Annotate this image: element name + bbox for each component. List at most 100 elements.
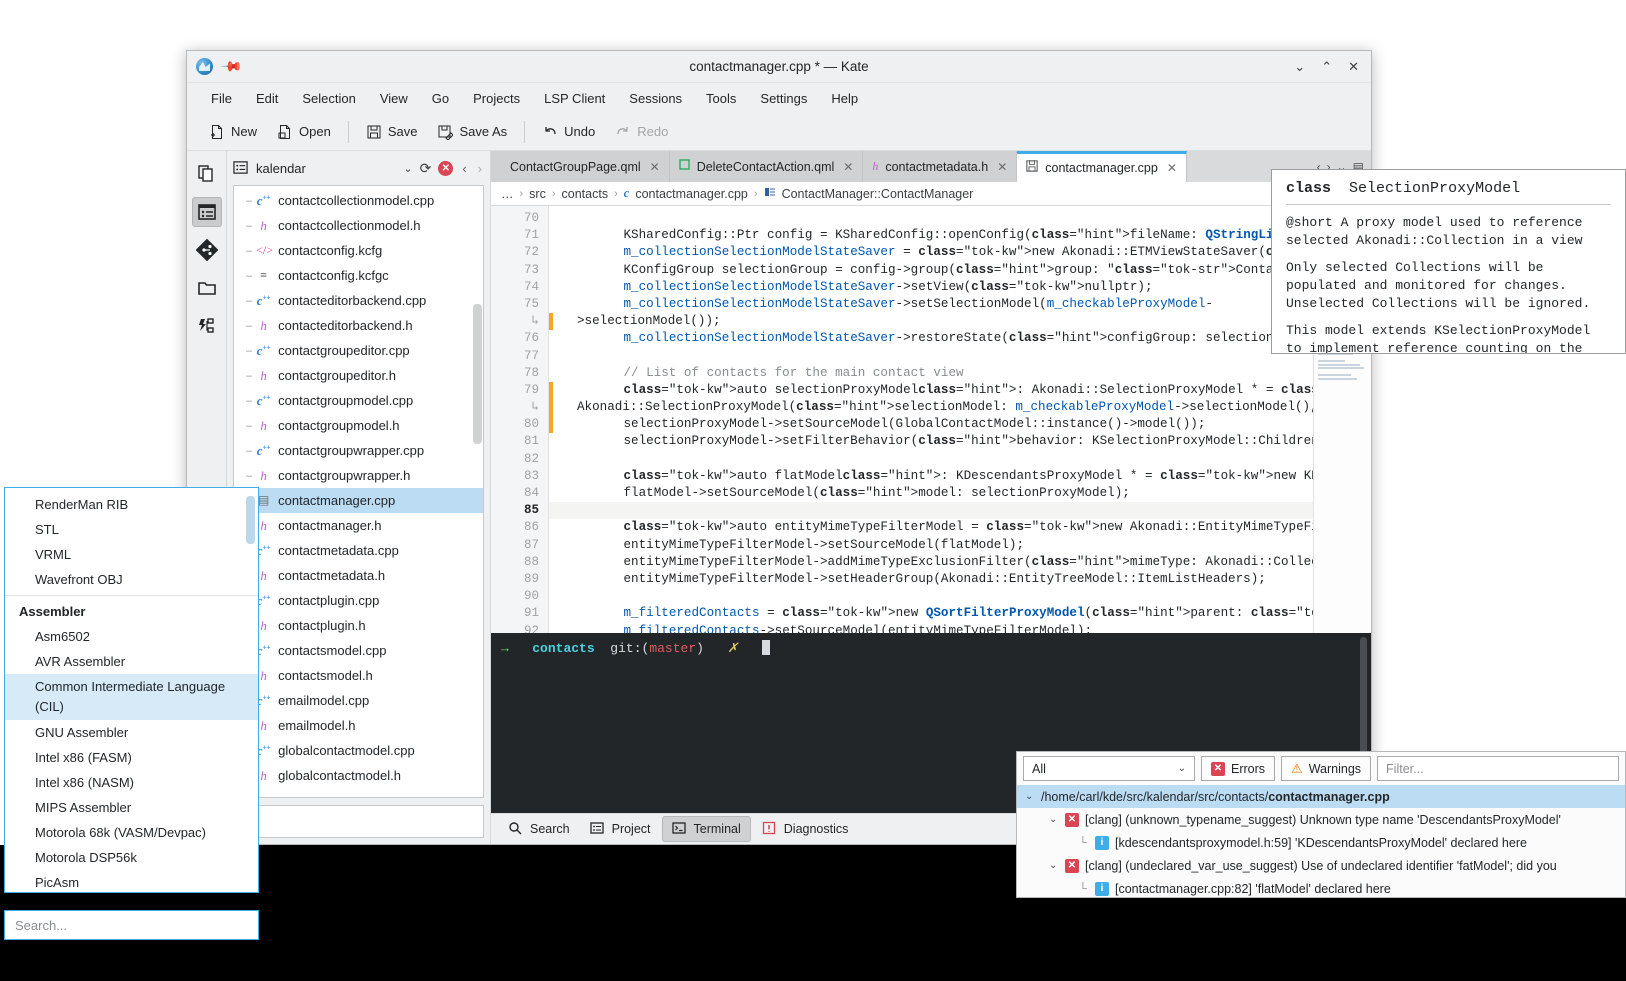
new-button[interactable]: New: [199, 119, 267, 145]
sidebar-item-projects[interactable]: [191, 197, 222, 227]
mode-item[interactable]: VRML: [5, 542, 258, 567]
code-line[interactable]: KConfigGroup selectionGroup = config->gr…: [549, 262, 1313, 279]
save-button[interactable]: Save: [356, 119, 428, 145]
code-text[interactable]: KSharedConfig::Ptr config = KSharedConfi…: [549, 206, 1313, 633]
code-line[interactable]: m_collectionSelectionModelStateSaver->re…: [549, 330, 1313, 347]
menu-settings[interactable]: Settings: [748, 87, 819, 110]
diagnostics-entry[interactable]: └ i [contactmanager.cpp:82] 'flatModel' …: [1017, 877, 1625, 897]
statusbar-tab-search[interactable]: Search: [499, 817, 579, 841]
breadcrumb-ellipsis[interactable]: …: [501, 187, 514, 201]
menu-go[interactable]: Go: [420, 87, 461, 110]
mode-search-input[interactable]: Search...: [4, 910, 259, 940]
expand-chevron-icon[interactable]: ⌄: [1025, 791, 1035, 802]
diagnostics-entry[interactable]: ⌄ ✕ [clang] (undeclared_var_use_suggest)…: [1017, 854, 1625, 877]
file-tree-item[interactable]: –c++contactplugin.cpp: [234, 588, 483, 613]
menu-edit[interactable]: Edit: [244, 87, 290, 110]
sidebar-item-filesystem[interactable]: [192, 273, 222, 303]
minimize-button[interactable]: ⌄: [1294, 60, 1305, 73]
diagnostics-errors-button[interactable]: ✕ Errors: [1201, 756, 1276, 781]
file-tree-item[interactable]: –c++globalcontactmodel.cpp: [234, 738, 483, 763]
tab-deletecontactaction-qml[interactable]: DeleteContactAction.qml ✕: [669, 151, 864, 182]
code-line[interactable]: entityMimeTypeFilterModel->setSourceMode…: [549, 537, 1313, 554]
mode-item[interactable]: GNU Assembler: [5, 720, 258, 745]
code-line[interactable]: [549, 502, 1313, 520]
mode-item[interactable]: Motorola DSP56k: [5, 845, 258, 870]
file-tree-item[interactable]: – c++ contacteditorbackend.cpp: [234, 288, 483, 313]
sidebar-item-git[interactable]: [192, 235, 222, 265]
file-tree-item[interactable]: – h contactgroupmodel.h: [234, 413, 483, 438]
code-editor[interactable]: 70 71 72 73 74 75 ↳ 76 77 78 79 ↳ 80 81 82 83 84 85 86 87 88…: [491, 205, 1371, 633]
mode-item[interactable]: Asm6502: [5, 624, 258, 649]
syntax-mode-popup[interactable]: RenderMan RIB STL VRML Wavefront OBJ Assembl…: [4, 487, 259, 893]
file-tree-item[interactable]: –hcontactsmodel.h: [234, 663, 483, 688]
open-button[interactable]: Open: [267, 119, 341, 145]
sidebar-item-lsp-symbols[interactable]: [192, 311, 222, 341]
file-tree-item[interactable]: – h contactcollectionmodel.h: [234, 213, 483, 238]
pin-icon[interactable]: 📌: [220, 54, 244, 78]
code-line[interactable]: [549, 588, 1313, 605]
statusbar-tab-diagnostics[interactable]: Diagnostics: [753, 817, 858, 841]
file-tree-item[interactable]: –hglobalcontactmodel.h: [234, 763, 483, 788]
code-line[interactable]: selectionProxyModel->setSourceModel(Glob…: [549, 416, 1313, 433]
file-tree-item[interactable]: – c++ contactgroupmodel.cpp: [234, 388, 483, 413]
file-tree-item[interactable]: –hcontactmetadata.h: [234, 563, 483, 588]
diagnostics-warnings-button[interactable]: ⚠ Warnings: [1281, 756, 1372, 781]
file-tree-item[interactable]: – c++ contactgroupeditor.cpp: [234, 338, 483, 363]
project-filter-input[interactable]: …: [233, 805, 484, 838]
tab-contactmanager-cpp[interactable]: contactmanager.cpp ✕: [1017, 151, 1187, 182]
mode-item[interactable]: PicAsm: [5, 870, 258, 892]
mode-item[interactable]: Intel x86 (FASM): [5, 745, 258, 770]
file-tree-item[interactable]: –c++contactsmodel.cpp: [234, 638, 483, 663]
back-arrow-icon[interactable]: ‹: [460, 161, 468, 176]
statusbar-tab-project[interactable]: Project: [581, 817, 660, 841]
code-line[interactable]: >selectionModel());: [549, 313, 1313, 330]
menu-tools[interactable]: Tools: [694, 87, 748, 110]
breadcrumb-src[interactable]: src: [529, 187, 546, 201]
terminal-scrollbar[interactable]: [1360, 637, 1367, 767]
file-tree-item[interactable]: –hemailmodel.h: [234, 713, 483, 738]
expand-chevron-icon[interactable]: ⌄: [1049, 860, 1059, 871]
file-tree-item[interactable]: – </> contactconfig.kcfg: [234, 238, 483, 263]
project-file-tree[interactable]: – c++ contactcollectionmodel.cpp – h contactc…: [233, 185, 484, 798]
undo-button[interactable]: Undo: [532, 119, 605, 145]
file-tree-item[interactable]: –hcontactmanager.h: [234, 513, 483, 538]
mode-item[interactable]: Wavefront OBJ: [5, 567, 258, 592]
file-tree-item[interactable]: – c++ contactgroupwrapper.cpp: [234, 438, 483, 463]
code-line[interactable]: class="tok-kw">auto entityMimeTypeFilter…: [549, 519, 1313, 536]
file-tree-item[interactable]: –hcontactplugin.h: [234, 613, 483, 638]
mode-item[interactable]: AVR Assembler: [5, 649, 258, 674]
sidebar-item-documents[interactable]: [192, 159, 222, 189]
breadcrumb-file[interactable]: contactmanager.cpp: [635, 187, 748, 201]
file-tree-item[interactable]: – h contactgroupwrapper.h: [234, 463, 483, 488]
chevron-down-icon[interactable]: ⌄: [403, 162, 412, 175]
tab-contactgrouppage-qml[interactable]: ContactGroupPage.qml ✕: [491, 151, 670, 182]
menu-help[interactable]: Help: [819, 87, 870, 110]
code-line[interactable]: entityMimeTypeFilterModel->addMimeTypeEx…: [549, 554, 1313, 571]
reload-icon[interactable]: ⟳: [420, 160, 432, 177]
mode-popup-scrollbar[interactable]: [246, 496, 255, 544]
code-line[interactable]: class="tok-kw">auto selectionProxyModelc…: [549, 382, 1313, 399]
menu-file[interactable]: File: [199, 87, 244, 110]
breadcrumb-contacts[interactable]: contacts: [562, 187, 609, 201]
code-line[interactable]: m_collectionSelectionModelStateSaver->se…: [549, 279, 1313, 296]
mode-item[interactable]: MIPS Assembler: [5, 795, 258, 820]
diagnostics-panel[interactable]: All ⌄ ✕ Errors ⚠ Warnings Filter... ⌄ /h…: [1016, 751, 1626, 898]
code-line[interactable]: entityMimeTypeFilterModel->setHeaderGrou…: [549, 571, 1313, 588]
code-line[interactable]: [549, 210, 1313, 227]
file-tree-item[interactable]: – h contactgroupeditor.h: [234, 363, 483, 388]
file-tree-item[interactable]: –c++contactmetadata.cpp: [234, 538, 483, 563]
tab-contactmetadata-h[interactable]: h contactmetadata.h ✕: [863, 151, 1018, 182]
code-line[interactable]: m_filteredContacts->setSourceModel(entit…: [549, 623, 1313, 634]
diagnostics-filter-input[interactable]: Filter...: [1377, 756, 1619, 781]
code-line[interactable]: [549, 451, 1313, 468]
close-project-icon[interactable]: ✕: [438, 160, 454, 176]
save-as-button[interactable]: Save As: [427, 119, 517, 145]
menu-sessions[interactable]: Sessions: [617, 87, 694, 110]
expand-chevron-icon[interactable]: ⌄: [1049, 814, 1059, 825]
tab-close-icon[interactable]: ✕: [997, 160, 1007, 174]
menu-selection[interactable]: Selection: [290, 87, 367, 110]
file-tree-item[interactable]: – c++ contactcollectionmodel.cpp: [234, 188, 483, 213]
breadcrumb-symbol[interactable]: ContactManager::ContactManager: [782, 187, 974, 201]
diagnostics-entry[interactable]: └ i [kdescendantsproxymodel.h:59] 'KDesc…: [1017, 831, 1625, 854]
code-line[interactable]: m_filteredContacts = class="tok-kw">new …: [549, 605, 1313, 622]
